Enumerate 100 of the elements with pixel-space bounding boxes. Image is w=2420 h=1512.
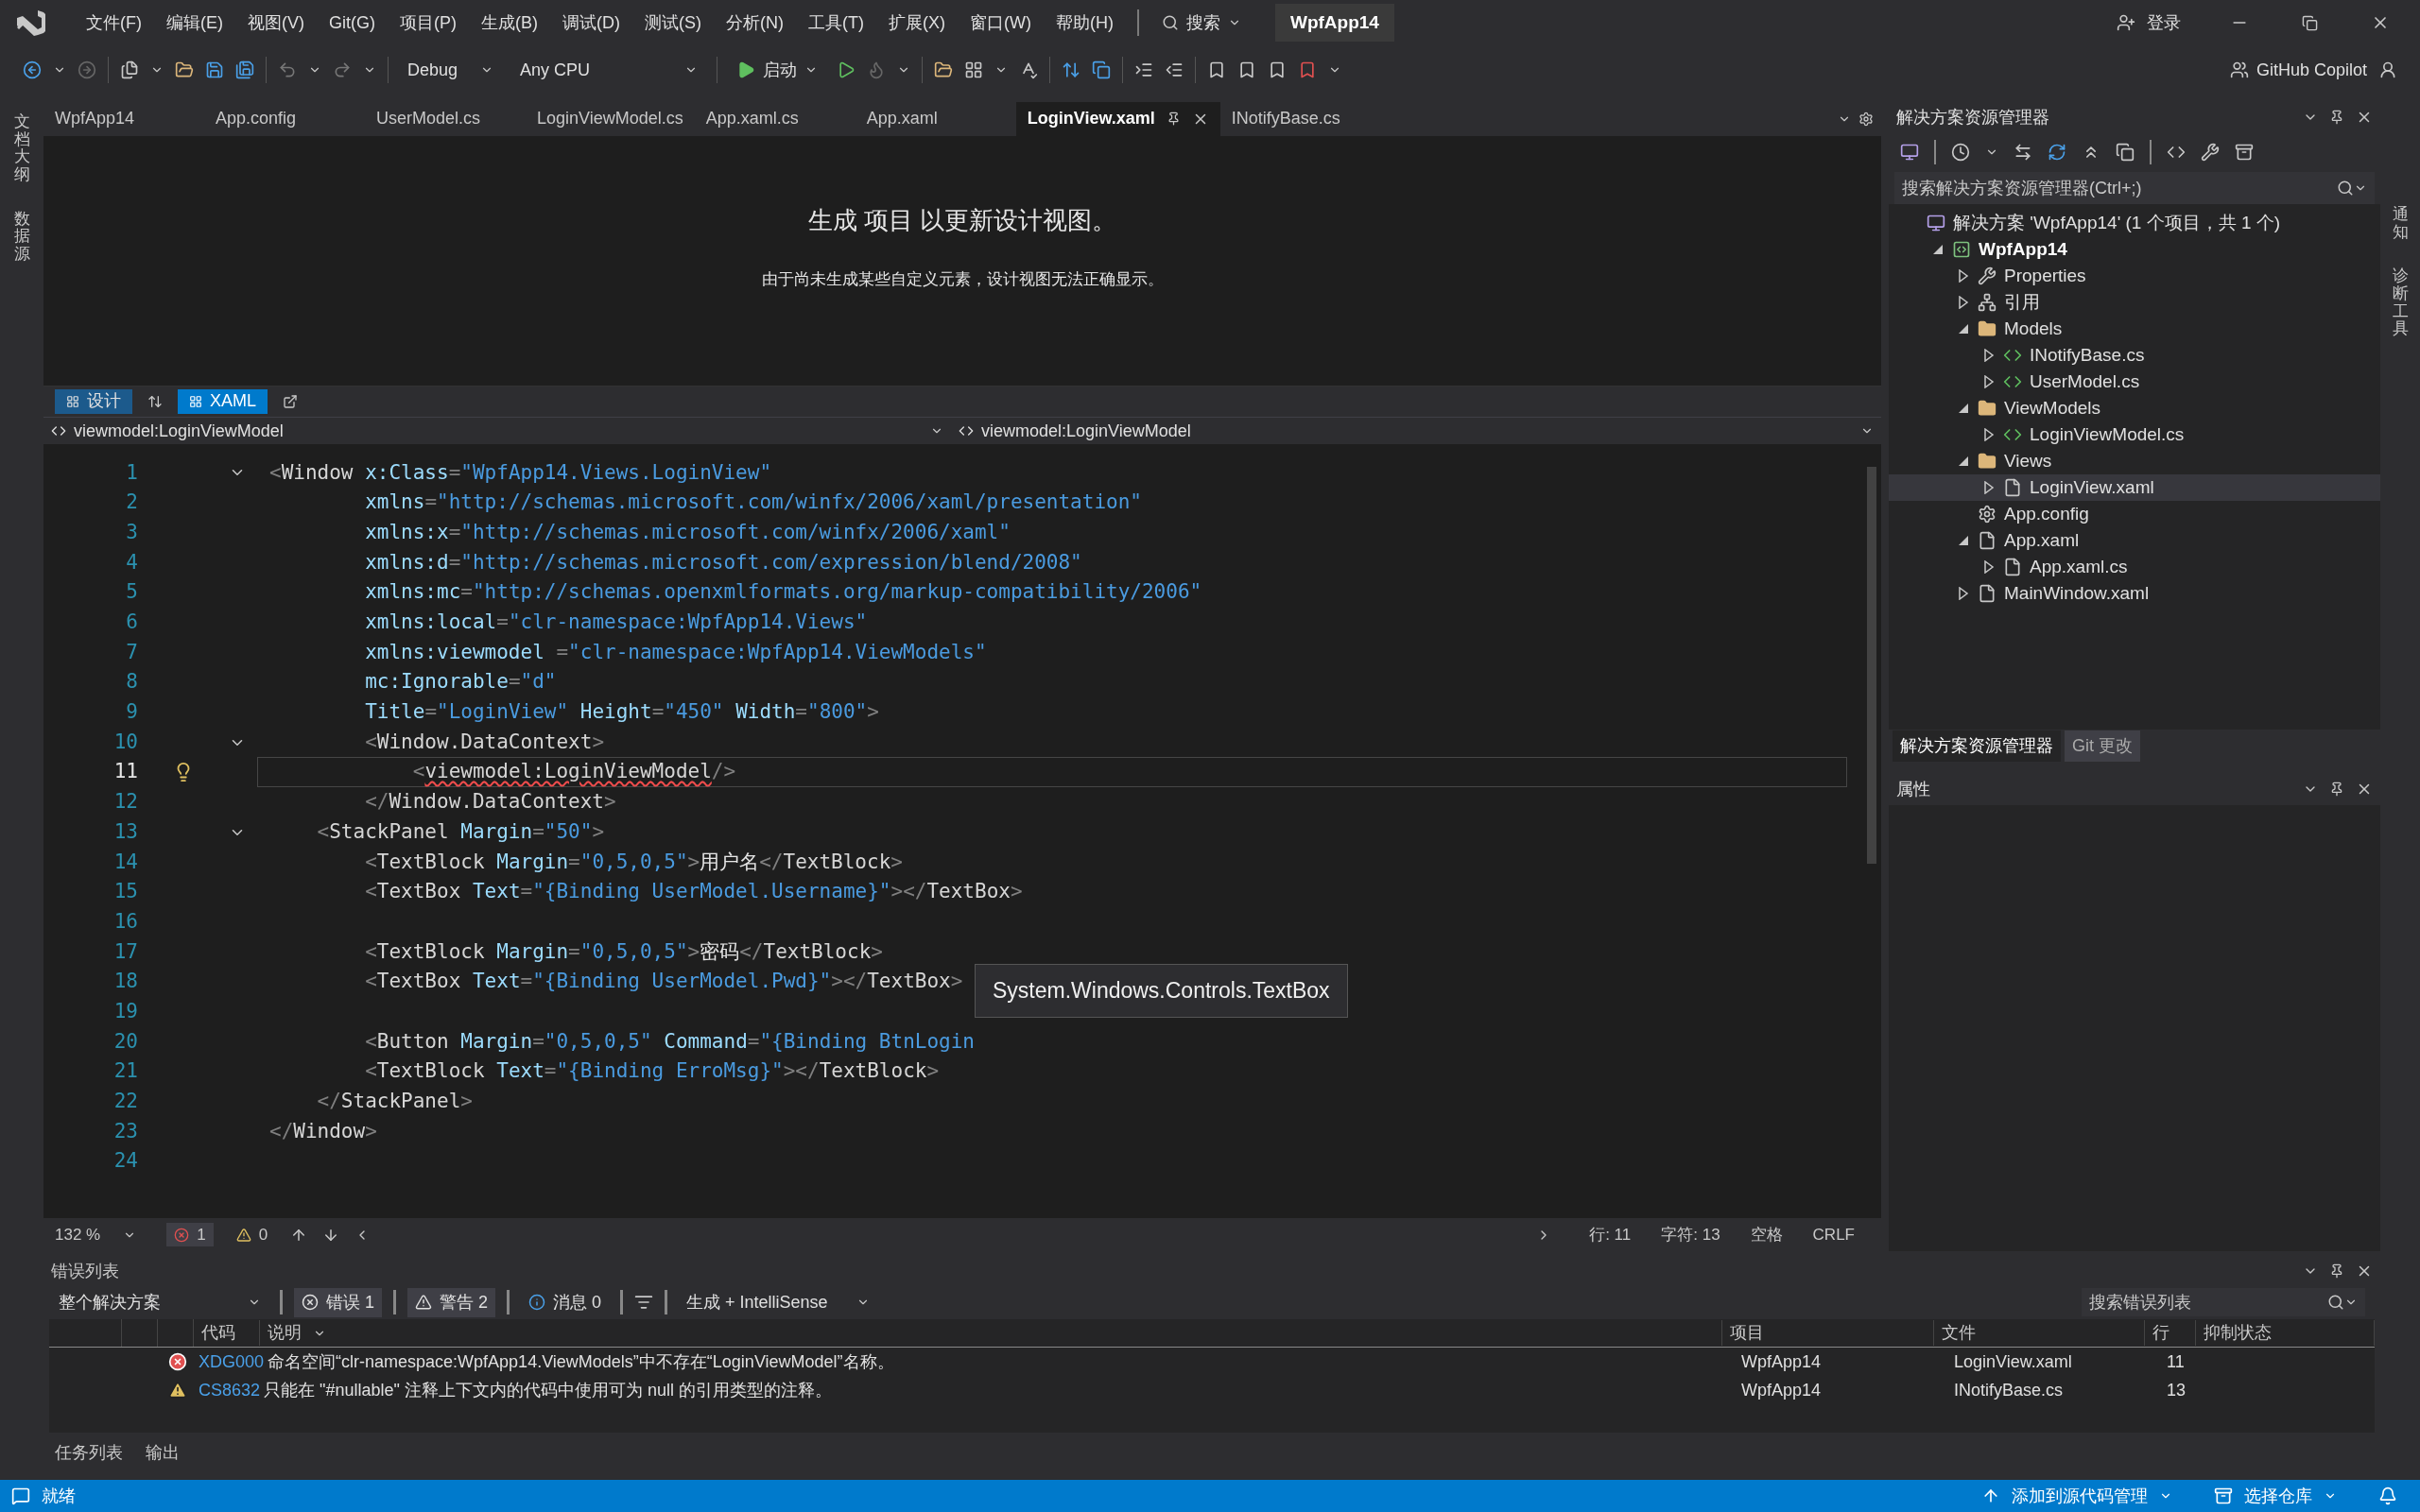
collapse-arrow-icon[interactable] [1957,455,1970,468]
view-tab[interactable]: 设计 [55,388,132,414]
panel-tab[interactable]: 解决方案资源管理器 [1893,730,2061,762]
column-header[interactable]: 文件 [1933,1320,2146,1346]
error-code-link[interactable]: XDG000 [195,1349,268,1375]
play-icon[interactable] [837,60,856,79]
undo-icon[interactable] [278,60,297,79]
repository-button[interactable]: 选择仓库 [2214,1483,2337,1509]
back-icon[interactable] [23,60,42,79]
expand-arrow-icon[interactable] [1982,481,1996,494]
source-control-button[interactable]: 添加到源代码管理 [1981,1483,2172,1509]
notification-icon[interactable] [2378,1486,2397,1505]
tree-item[interactable]: App.xaml [1889,527,2380,554]
tree-item[interactable]: LoginView.xaml [1889,474,2380,501]
restore-icon[interactable] [2302,14,2318,31]
column-header[interactable]: 行 [2145,1320,2197,1346]
sync-icon[interactable] [2014,143,2032,162]
config-file-icon[interactable] [1978,505,1996,524]
copy-icon[interactable] [1092,60,1112,79]
project-icon[interactable] [1952,240,1971,259]
menu-item[interactable]: 编辑(E) [154,9,235,36]
xaml-file-icon[interactable] [2003,478,2022,497]
swap-icon[interactable] [147,393,163,409]
history-icon[interactable] [1951,143,1970,162]
column-header[interactable]: 抑制状态 [2196,1320,2375,1346]
outdent-icon[interactable] [1165,60,1184,79]
search-field[interactable]: 搜索解决方案资源管理器(Ctrl+;) [1894,172,2375,204]
feedback-icon[interactable] [2378,60,2397,79]
tree-item[interactable]: Views [1889,448,2380,474]
zoom-dropdown[interactable]: 132 % [55,1222,137,1247]
scope-dropdown[interactable]: viewmodel:LoginViewModel [43,418,951,444]
source-dropdown[interactable]: 生成 + IntelliSense [679,1289,878,1315]
menu-item[interactable]: 测试(S) [632,9,714,36]
pin-icon[interactable] [2329,782,2344,797]
messages-filter-button[interactable]: 消息 0 [521,1289,610,1315]
tree-item[interactable]: 引用 [1889,289,2380,316]
platform-dropdown[interactable]: Any CPU [512,57,706,83]
popout-icon[interactable] [283,393,299,409]
pin-icon[interactable] [2329,110,2344,125]
start-button[interactable]: 启动 [729,57,826,83]
tree-item[interactable]: Models [1889,316,2380,342]
menu-item[interactable]: 调试(D) [550,9,632,36]
expand-arrow-icon[interactable] [1957,587,1970,600]
pin-icon[interactable] [2329,1263,2344,1279]
tree-item[interactable]: ViewModels [1889,395,2380,421]
collapse-arrow-icon[interactable] [1957,402,1970,415]
error-count[interactable]: 1 [166,1222,214,1247]
member-dropdown[interactable]: viewmodel:LoginViewModel [951,418,1881,444]
errors-filter-button[interactable]: 错误 1 [294,1287,382,1317]
folder-icon[interactable] [1978,399,1996,418]
tree-item[interactable]: 解决方案 'WpfApp14' (1 个项目，共 1 个) [1889,210,2380,236]
side-tab[interactable]: 文档大纲 [13,106,30,192]
open-folder-icon[interactable] [175,60,194,79]
warnings-filter-button[interactable]: 警告 2 [407,1287,496,1317]
menu-item[interactable]: 扩展(X) [875,9,958,36]
view-tab[interactable]: XAML [178,388,268,414]
expand-arrow-icon[interactable] [1957,269,1970,283]
wrench-icon[interactable] [1978,266,1996,285]
side-tab[interactable]: 通知 [2392,198,2409,249]
new-item-icon[interactable] [120,60,139,79]
column-header[interactable]: 项目 [1722,1320,1934,1346]
refresh-icon[interactable] [2048,143,2066,162]
menu-item[interactable]: Git(G) [317,9,388,36]
tree-item[interactable]: WpfApp14 [1889,236,2380,263]
expand-arrow-icon[interactable] [1982,375,1996,388]
menu-item[interactable]: 窗口(W) [957,9,1044,36]
document-tab[interactable]: LoginView.xaml [1015,102,1220,136]
filter-icon[interactable] [634,1293,654,1312]
indent-indicator[interactable]: 空格 [1750,1222,1783,1247]
menu-item[interactable]: 视图(V) [235,9,317,36]
file-icon[interactable] [2003,558,2022,576]
panel-tab[interactable]: 任务列表 [47,1440,130,1466]
show-all-icon[interactable] [2116,143,2135,162]
warning-count[interactable]: 0 [228,1222,276,1247]
menu-item[interactable]: 帮助(H) [1043,9,1126,36]
tree-item[interactable]: INotifyBase.cs [1889,342,2380,369]
layout-icon[interactable] [964,60,984,79]
menu-item[interactable]: 文件(F) [74,9,154,36]
sign-in-button[interactable]: 登录 [2117,9,2181,36]
scope-dropdown[interactable]: 整个解决方案 [51,1289,268,1315]
find-folder-icon[interactable] [934,60,954,79]
collapse-arrow-icon[interactable] [1931,243,1945,256]
forward-icon[interactable] [78,60,96,79]
tree-item[interactable]: UserModel.cs [1889,369,2380,395]
side-tab[interactable]: 诊断工具 [2392,260,2409,347]
error-code-link[interactable]: CS8632 [195,1377,265,1403]
xaml-file-icon[interactable] [1978,531,1996,550]
wrench-icon[interactable] [2201,143,2220,162]
redo-icon[interactable] [333,60,352,79]
configuration-dropdown[interactable]: Debug [400,57,502,83]
save-icon[interactable] [205,60,224,79]
expand-arrow-icon[interactable] [1957,296,1970,309]
tree-item[interactable]: LoginViewModel.cs [1889,421,2380,448]
menu-item[interactable]: 生成(B) [469,9,550,36]
tree-item[interactable]: App.config [1889,501,2380,527]
folder-icon[interactable] [1978,319,1996,338]
collapse-arrow-icon[interactable] [1957,322,1970,335]
panel-tab[interactable]: Git 更改 [2065,730,2140,762]
expand-arrow-icon[interactable] [1982,428,1996,441]
menu-item[interactable]: 分析(N) [714,9,796,36]
